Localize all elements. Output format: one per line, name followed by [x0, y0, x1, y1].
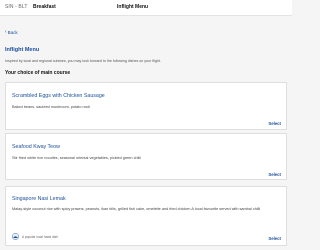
dish-description: Baked beans, sauteed mushroom, potato ro… — [12, 105, 90, 109]
dish-name: Singapore Nasi Lemak — [12, 196, 66, 202]
back-label: Back — [7, 30, 18, 35]
header-title: Inflight Menu — [117, 4, 149, 10]
dish-description: Stir fried white rice noodles, seasonal … — [12, 156, 141, 160]
page-title: Inflight Menu — [5, 47, 40, 53]
dish-name: Scrambled Eggs with Chicken Sausage — [12, 93, 105, 99]
dish-description: Malay-style coconut rice with spicy praw… — [12, 207, 261, 211]
top-bar: SIN - BLT Breakfast Inflight Menu — [0, 0, 292, 16]
dish-card: Scrambled Eggs with Chicken Sausage Bake… — [5, 82, 287, 130]
dish-name: Seafood Kway Teow — [12, 144, 60, 150]
meal-type: Breakfast — [33, 4, 56, 10]
dish-card: Singapore Nasi Lemak Malay-style coconut… — [5, 186, 287, 246]
section-title: Your choice of main course — [5, 70, 71, 76]
flight-route: SIN - BLT — [5, 4, 28, 10]
back-link[interactable]: ‹ Back — [5, 29, 18, 36]
dish-card: Seafood Kway Teow Stir fried white rice … — [5, 133, 287, 180]
select-button[interactable]: Select — [268, 172, 281, 177]
chevron-left-icon: ‹ — [5, 29, 7, 35]
select-button[interactable]: Select — [268, 236, 281, 241]
intro-text: Inspired by local and regional cuisines,… — [5, 59, 161, 63]
local-dish-label: A popular local hawk dish — [22, 234, 58, 239]
local-dish-tag: A popular local hawk dish — [12, 233, 58, 240]
local-dish-icon — [12, 233, 19, 240]
select-button[interactable]: Select — [268, 121, 281, 126]
